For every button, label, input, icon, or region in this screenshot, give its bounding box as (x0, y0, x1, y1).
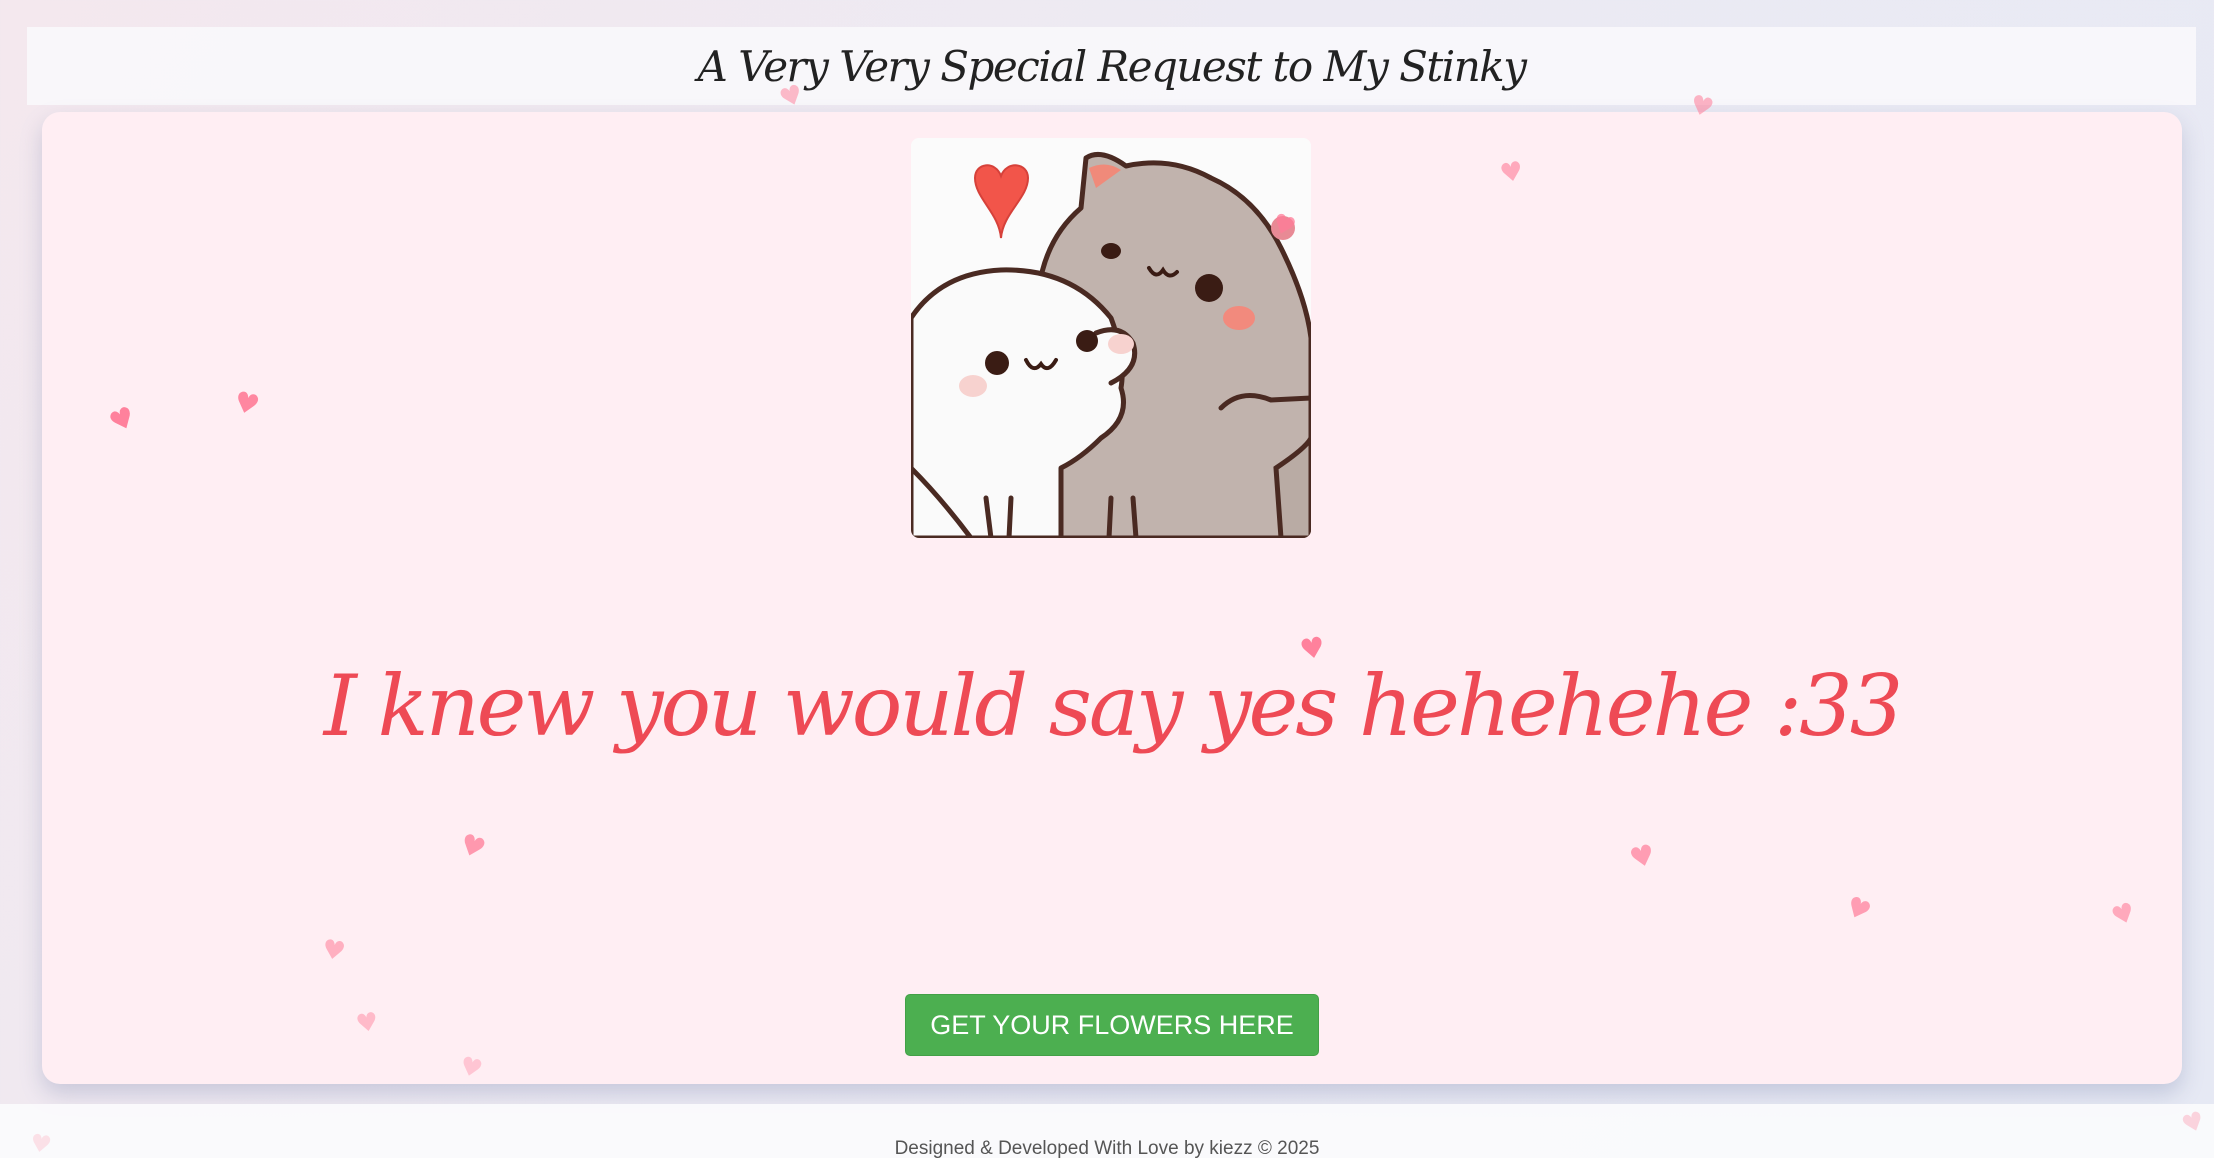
yes-message: I knew you would say yes hehehehe :33 (323, 657, 1903, 755)
hugging-cats-image (911, 138, 1311, 538)
page-header: A Very Very Special Request to My Stinky (27, 27, 2196, 105)
heart-icon: ♥ (27, 1128, 54, 1158)
main-card: I knew you would say yes hehehehe :33 GE… (42, 112, 2182, 1084)
heart-icon: ♥ (319, 934, 348, 968)
heart-icon: ♥ (1497, 156, 1526, 190)
get-flowers-button[interactable]: GET YOUR FLOWERS HERE (905, 994, 1319, 1056)
footer-credit: Designed & Developed With Love by kiezz … (894, 1138, 1320, 1158)
page-footer: Designed & Developed With Love by kiezz … (0, 1104, 2214, 1158)
heart-icon: ♥ (353, 1006, 381, 1039)
heart-icon: ♥ (1297, 630, 1328, 667)
page-title: A Very Very Special Request to My Stinky (697, 41, 1527, 91)
